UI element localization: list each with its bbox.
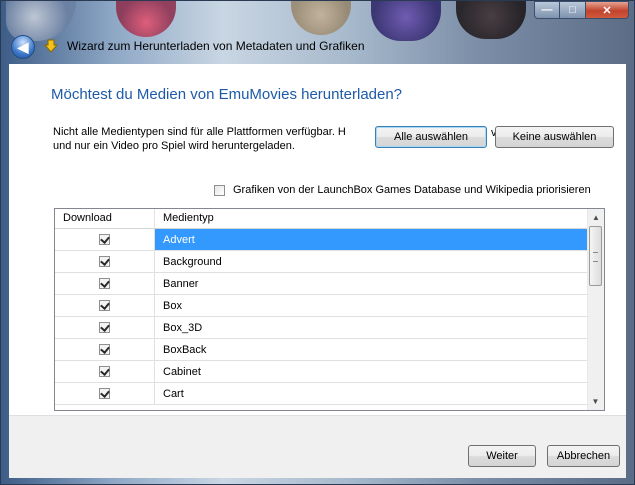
download-cell [55, 295, 155, 316]
download-cell [55, 273, 155, 294]
description-line-2: und nur ein Video pro Spiel wird herunte… [53, 140, 295, 152]
description-text: Nicht alle Medientypen sind für alle Pla… [53, 125, 383, 153]
vertical-scrollbar[interactable]: ▲ ▼ [587, 209, 604, 410]
scroll-down-icon[interactable]: ▼ [588, 393, 603, 410]
table-row[interactable]: Cart [55, 383, 587, 405]
download-cell [55, 339, 155, 360]
scroll-up-icon[interactable]: ▲ [588, 209, 604, 226]
wizard-window: — □ ✕ ◀ Wizard zum Herunterladen von Met… [0, 0, 635, 485]
description-line-1: Nicht alle Medientypen sind für alle Pla… [53, 126, 346, 138]
download-checkbox[interactable] [99, 344, 110, 355]
table-row[interactable]: Advert [55, 229, 587, 251]
download-cell [55, 229, 155, 250]
wizard-footer: Weiter Abbrechen [9, 415, 626, 478]
wizard-content: Möchtest du Medien von EmuMovies herunte… [9, 64, 626, 415]
media-type-cell: Cart [163, 387, 184, 400]
download-cell [55, 361, 155, 382]
back-arrow-icon: ◀ [17, 38, 29, 55]
select-none-button[interactable]: Keine auswählen [495, 126, 614, 148]
media-type-cell: Box_3D [163, 321, 203, 334]
download-wizard-icon [44, 39, 58, 53]
download-cell [55, 251, 155, 272]
media-type-cell: Advert [155, 229, 587, 250]
download-checkbox[interactable] [99, 234, 110, 245]
download-checkbox[interactable] [99, 278, 110, 289]
prioritize-option[interactable]: Grafiken von der LaunchBox Games Databas… [214, 184, 591, 196]
back-button[interactable]: ◀ [11, 35, 35, 59]
maximize-button[interactable]: □ [560, 1, 586, 19]
minimize-button[interactable]: — [534, 1, 560, 19]
wizard-title: Wizard zum Herunterladen von Metadaten u… [67, 39, 365, 53]
column-header-medientyp[interactable]: Medientyp [155, 209, 587, 228]
column-header-download[interactable]: Download [55, 209, 155, 228]
next-button[interactable]: Weiter [468, 445, 536, 467]
page-heading: Möchtest du Medien von EmuMovies herunte… [51, 86, 403, 103]
close-button[interactable]: ✕ [586, 1, 629, 19]
select-all-button[interactable]: Alle auswählen [375, 126, 487, 148]
table-row[interactable]: Cabinet [55, 361, 587, 383]
download-checkbox[interactable] [99, 256, 110, 267]
download-checkbox[interactable] [99, 388, 110, 399]
table-row[interactable]: Banner [55, 273, 587, 295]
table-row[interactable]: Box [55, 295, 587, 317]
table-row[interactable]: Box_3D [55, 317, 587, 339]
prioritize-checkbox[interactable] [214, 184, 225, 196]
download-checkbox[interactable] [99, 300, 110, 311]
download-cell [55, 317, 155, 338]
download-cell [55, 383, 155, 404]
scroll-thumb[interactable] [589, 226, 602, 286]
download-checkbox[interactable] [99, 366, 110, 377]
table-row[interactable]: Background [55, 251, 587, 273]
media-type-cell: BoxBack [163, 343, 207, 356]
media-type-grid: Download Medientyp Advert Background Banne… [54, 208, 605, 411]
caption-buttons: — □ ✕ [534, 1, 629, 19]
cancel-button[interactable]: Abbrechen [547, 445, 620, 467]
grid-rows: Advert Background Banner Box Box_3D BoxBack Ca… [55, 229, 587, 405]
download-checkbox[interactable] [99, 322, 110, 333]
media-type-cell: Banner [163, 277, 199, 290]
table-row[interactable]: BoxBack [55, 339, 587, 361]
media-type-cell: Cabinet [163, 365, 201, 378]
prioritize-label: Grafiken von der LaunchBox Games Databas… [233, 184, 591, 196]
grid-header: Download Medientyp [55, 209, 587, 229]
media-type-cell: Background [163, 255, 222, 268]
media-type-cell: Box [163, 299, 182, 312]
